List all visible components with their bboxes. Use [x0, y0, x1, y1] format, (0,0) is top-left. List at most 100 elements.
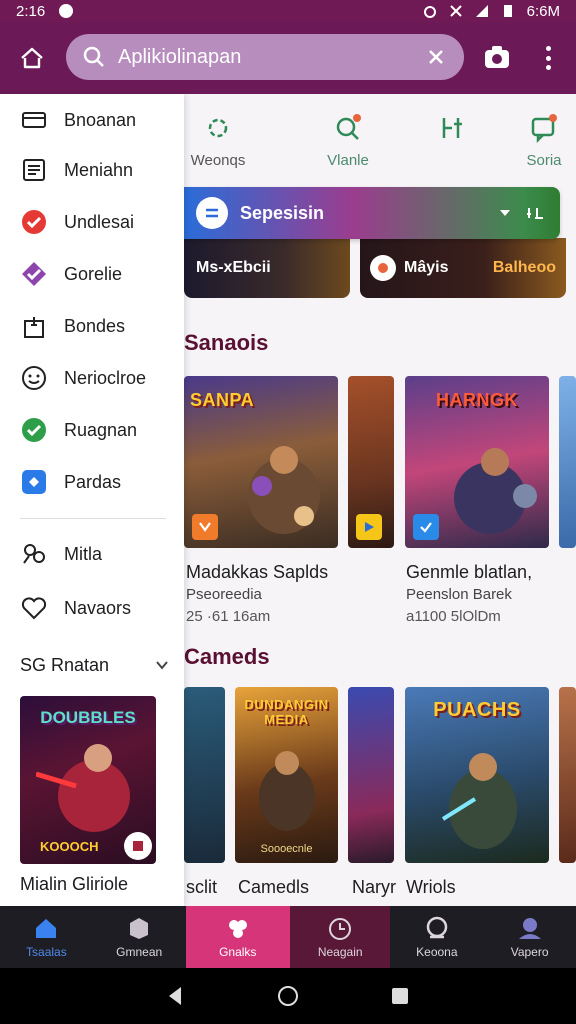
- drawer-item-5[interactable]: Nerioclroe: [0, 356, 184, 400]
- drawer-item-8[interactable]: Mitla: [0, 532, 184, 576]
- filter-icon[interactable]: [526, 206, 544, 220]
- category-label: Vlanle: [327, 152, 369, 169]
- game-art-title: DUNDANGIN MEDIA: [244, 697, 329, 727]
- drawer-item-9[interactable]: Navaors: [0, 586, 184, 630]
- game-hero-art: [248, 446, 320, 534]
- system-navigation: [0, 968, 576, 1024]
- game-title[interactable]: Camedls: [238, 877, 309, 898]
- drawer-item-3[interactable]: Gorelie: [0, 252, 184, 296]
- drawer-item-1[interactable]: Meniahn: [0, 148, 184, 192]
- nav-item-5[interactable]: Vapero: [483, 906, 576, 968]
- chevron-down-icon[interactable]: [498, 206, 512, 220]
- drawer-item-label: Undlesai: [64, 211, 135, 232]
- game-hero-art: [259, 751, 315, 831]
- nav-item-0[interactable]: Tsaalas: [0, 906, 93, 968]
- game-subtitle: Peenslon Barek: [406, 586, 512, 603]
- nav-label: Neagain: [317, 945, 363, 959]
- check-red-icon: [20, 208, 48, 236]
- card-art-footer: KOOOCH: [40, 839, 99, 854]
- category-1[interactable]: Vlanle: [308, 112, 388, 169]
- clear-search-button[interactable]: [424, 45, 448, 69]
- drawer-item-7[interactable]: Pardas: [0, 460, 184, 504]
- game-hero-art: [441, 753, 517, 849]
- app-bar: Aplikiolinapan: [0, 22, 576, 94]
- gift-icon: [20, 312, 48, 340]
- people-icon: [20, 540, 48, 568]
- drawer-item-label: Mitla: [64, 543, 103, 564]
- battery-icon: [503, 5, 512, 17]
- drawer-item-label: Gorelie: [64, 263, 123, 284]
- game-tile-partial[interactable]: [559, 687, 576, 863]
- chat-badge-icon: [531, 114, 557, 144]
- game-hero-art: [454, 448, 537, 534]
- drawer-divider: [20, 518, 166, 519]
- check-purple-icon: [20, 260, 48, 288]
- category-2[interactable]: [412, 112, 492, 152]
- card-badge-icon: [124, 832, 152, 860]
- puzzle-icon: [20, 468, 48, 496]
- drawer-item-0[interactable]: Bnoanan: [0, 98, 184, 142]
- game-tile[interactable]: [348, 376, 394, 548]
- drawer-section-header[interactable]: SG Rnatan: [20, 650, 170, 680]
- nav-item-1[interactable]: Gmnean: [93, 906, 186, 968]
- nav-label: Tsaalas: [26, 945, 67, 959]
- camera-icon[interactable]: [482, 44, 512, 72]
- promo-card-right[interactable]: Mâyis Balheoo: [360, 238, 566, 298]
- promo-left-label: Ms-xEbcii: [196, 259, 271, 276]
- search-bar[interactable]: Aplikiolinapan: [66, 34, 464, 80]
- drawer-item-6[interactable]: Ruagnan: [0, 408, 184, 452]
- game-title[interactable]: Naryr: [352, 877, 396, 898]
- drawer-featured-card[interactable]: DOUBBLES KOOOCH: [20, 696, 156, 864]
- game-title[interactable]: Genmle blatlan,: [406, 562, 532, 583]
- search-icon: [83, 46, 104, 67]
- game-title[interactable]: Madakkas Saplds: [186, 562, 328, 583]
- lens-icon: [426, 916, 448, 939]
- status-bar: 2:16 6:6M: [0, 0, 576, 22]
- more-options-button[interactable]: [540, 44, 556, 72]
- category-0[interactable]: Weonqs: [178, 112, 258, 169]
- game-tile-partial[interactable]: [559, 376, 576, 548]
- heart-icon: [20, 594, 48, 622]
- nav-label: Gnalks: [219, 945, 257, 959]
- section-title-first: Sanaois: [184, 330, 269, 355]
- list-icon: [20, 156, 48, 184]
- card-hero-art: [36, 744, 130, 832]
- nav-item-4[interactable]: Keoona: [390, 906, 483, 968]
- back-icon[interactable]: [165, 985, 187, 1007]
- game-tile[interactable]: [348, 687, 394, 863]
- status-right: 6:6M: [423, 3, 560, 20]
- game-tile[interactable]: [184, 687, 225, 863]
- chevron-down-icon: [156, 661, 168, 670]
- drawer-item-label: Nerioclroe: [64, 367, 147, 388]
- drawer-item-label: Meniahn: [64, 159, 134, 180]
- drawer-item-label: Navaors: [64, 597, 132, 618]
- promo-card-left[interactable]: Ms-xEbcii: [184, 238, 350, 298]
- home-circle-icon[interactable]: [277, 985, 299, 1007]
- game-tile[interactable]: SANPA: [184, 376, 338, 548]
- game-title[interactable]: Wriols: [406, 877, 456, 898]
- home-outline-icon: [21, 47, 43, 69]
- drawer-item-2[interactable]: Undlesai: [0, 200, 184, 244]
- nav-item-2[interactable]: Gnalks: [185, 906, 290, 968]
- promo-banner[interactable]: Sepesisin: [184, 187, 560, 239]
- game-tile[interactable]: DUNDANGIN MEDIA Soooecnle: [235, 687, 338, 863]
- drawer-item-4[interactable]: Bondes: [0, 304, 184, 348]
- drawer-item-label: Pardas: [64, 471, 122, 492]
- game-title-partial[interactable]: sclit: [186, 877, 217, 898]
- game-tile[interactable]: PUACHS: [405, 687, 549, 863]
- game-subtitle: Pseoreedia: [186, 586, 262, 603]
- home-outline-button[interactable]: [0, 22, 64, 94]
- nav-item-3[interactable]: Neagain: [289, 906, 391, 968]
- tune-icon: [442, 118, 462, 138]
- category-3[interactable]: Soria: [504, 112, 576, 169]
- nav-label: Keoona: [416, 945, 458, 959]
- status-time: 2:16: [16, 2, 46, 20]
- recents-icon[interactable]: [389, 985, 411, 1007]
- game-chip-icon: [356, 514, 382, 540]
- game-art-title: HARNGK: [436, 390, 518, 410]
- search-input[interactable]: Aplikiolinapan: [118, 46, 424, 69]
- game-art-footer: Soooecnle: [260, 843, 313, 855]
- notification-icon: [59, 4, 74, 18]
- game-tile[interactable]: HARNGK: [405, 376, 549, 548]
- drawer-item-label: Bondes: [64, 315, 126, 336]
